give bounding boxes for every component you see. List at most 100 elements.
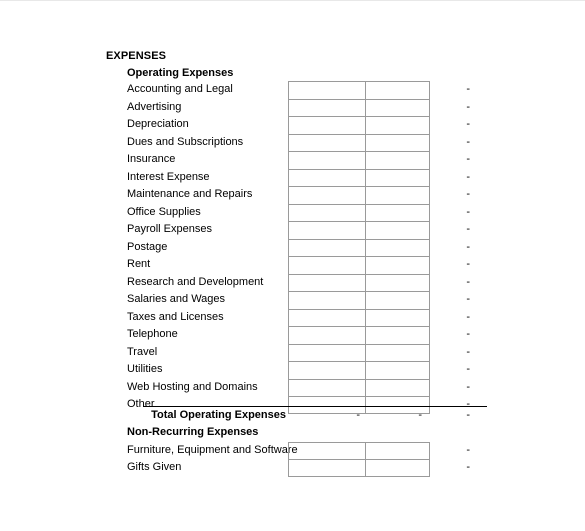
expense-label: Rent: [127, 258, 151, 270]
total-operating-value-2: -: [418, 408, 422, 421]
expense-total-value: -: [466, 153, 470, 165]
amount-input-column-1[interactable]: [289, 99, 366, 116]
input-cell-group: [288, 116, 430, 134]
expense-label: Maintenance and Repairs: [127, 188, 253, 200]
expense-total-value: -: [466, 83, 470, 95]
expense-total-value: -: [466, 275, 470, 288]
expense-label: Taxes and Licenses: [127, 310, 224, 323]
input-cell-group: [288, 343, 430, 362]
amount-input-column-1[interactable]: [289, 274, 366, 291]
amount-input-column-2[interactable]: [366, 310, 429, 327]
expense-label: Advertising: [127, 100, 182, 113]
expense-row: Dues and Subscriptions -: [0, 133, 585, 152]
amount-input-column-1[interactable]: [289, 117, 366, 134]
section-title-row: EXPENSES: [0, 48, 585, 66]
amount-input-column-1[interactable]: [289, 169, 366, 186]
expense-row: Telephone -: [0, 326, 585, 344]
page-title: EXPENSES: [106, 50, 167, 62]
amount-input-column-1[interactable]: [289, 82, 366, 99]
expense-row: Rent -: [0, 256, 585, 274]
expense-label: Depreciation: [127, 118, 189, 130]
input-cell-group: [288, 98, 430, 117]
expense-label: Furniture, Equipment and Software: [127, 443, 298, 456]
amount-input-column-2[interactable]: [366, 345, 429, 362]
amount-input-column-2[interactable]: [366, 292, 429, 309]
amount-input-column-2[interactable]: [366, 187, 429, 204]
amount-input-column-2[interactable]: [366, 275, 429, 292]
expense-total-value: -: [466, 258, 470, 270]
expense-row: Insurance -: [0, 151, 585, 169]
expense-total-value: -: [466, 345, 470, 358]
input-cell-group: [288, 273, 430, 292]
expense-label: Postage: [127, 240, 168, 253]
amount-input-column-1[interactable]: [289, 362, 366, 379]
amount-input-column-2[interactable]: [366, 117, 429, 134]
expense-total-value: -: [466, 380, 470, 393]
input-cell-group: [288, 256, 430, 274]
amount-input-column-2[interactable]: [366, 222, 429, 239]
amount-input-column-1[interactable]: [289, 344, 366, 361]
input-cell-group: [288, 361, 430, 379]
expense-label: Insurance: [127, 153, 176, 165]
expense-row: Interest Expense -: [0, 168, 585, 187]
non-recurring-heading-row: Non-Recurring Expenses: [0, 424, 585, 442]
amount-input-column-1[interactable]: [289, 292, 366, 309]
amount-input-column-1[interactable]: [289, 222, 366, 239]
amount-input-column-2[interactable]: [366, 205, 429, 222]
expense-total-value: -: [466, 328, 470, 340]
expense-row: Postage -: [0, 238, 585, 257]
amount-input-column-1[interactable]: [289, 187, 366, 204]
amount-input-column-1[interactable]: [289, 327, 366, 344]
amount-input-column-2[interactable]: [366, 82, 429, 99]
amount-input-column-1[interactable]: [289, 379, 366, 396]
amount-input-column-2[interactable]: [366, 240, 429, 257]
amount-input-column-1[interactable]: [289, 239, 366, 256]
expense-total-value: -: [466, 188, 470, 200]
expense-label: Research and Development: [127, 275, 264, 288]
expense-label: Gifts Given: [127, 461, 182, 473]
amount-input-column-1[interactable]: [289, 460, 366, 476]
input-cell-group: [288, 221, 430, 239]
expense-total-value: -: [466, 240, 470, 253]
expense-row: Payroll Expenses -: [0, 221, 585, 239]
expense-total-value: -: [466, 205, 470, 218]
expense-row: Utilities -: [0, 361, 585, 379]
expense-row: Depreciation -: [0, 116, 585, 134]
expense-total-value: -: [466, 443, 470, 456]
amount-input-column-1[interactable]: [289, 309, 366, 326]
amount-input-column-1[interactable]: [289, 204, 366, 221]
expense-label: Dues and Subscriptions: [127, 135, 244, 148]
total-operating-label: Total Operating Expenses: [151, 408, 286, 421]
amount-input-column-2[interactable]: [366, 380, 429, 397]
expense-label: Office Supplies: [127, 205, 201, 218]
input-cell-group: [288, 168, 430, 187]
amount-input-column-1[interactable]: [289, 152, 366, 169]
amount-input-column-1[interactable]: [289, 442, 366, 459]
input-cell-group: [288, 133, 430, 152]
amount-input-column-2[interactable]: [366, 135, 429, 152]
expense-row: Office Supplies -: [0, 203, 585, 222]
amount-input-column-2[interactable]: [366, 362, 429, 379]
expense-row: Research and Development -: [0, 273, 585, 292]
amount-input-column-1[interactable]: [289, 257, 366, 274]
amount-input-column-1[interactable]: [289, 134, 366, 151]
operating-heading-row: Operating Expenses: [0, 65, 585, 83]
expenses-worksheet: EXPENSES Operating Expenses Accounting and…: [0, 1, 585, 531]
expense-label: Salaries and Wages: [127, 293, 226, 305]
expense-label: Utilities: [127, 363, 163, 375]
expense-label: Travel: [127, 345, 158, 358]
operating-expenses-heading: Operating Expenses: [127, 67, 234, 79]
amount-input-column-2[interactable]: [366, 152, 429, 169]
total-operating-row: Total Operating Expenses - - -: [0, 407, 585, 425]
amount-input-column-2[interactable]: [366, 257, 429, 274]
expense-total-value: -: [466, 310, 470, 323]
amount-input-column-2[interactable]: [366, 443, 429, 460]
amount-input-column-2[interactable]: [366, 100, 429, 117]
expense-total-value: -: [466, 223, 470, 235]
input-cell-group: [288, 326, 430, 344]
amount-input-column-2[interactable]: [366, 327, 429, 344]
expense-total-value: -: [466, 135, 470, 148]
amount-input-column-2[interactable]: [366, 460, 429, 476]
expense-total-value: -: [466, 293, 470, 305]
amount-input-column-2[interactable]: [366, 170, 429, 187]
